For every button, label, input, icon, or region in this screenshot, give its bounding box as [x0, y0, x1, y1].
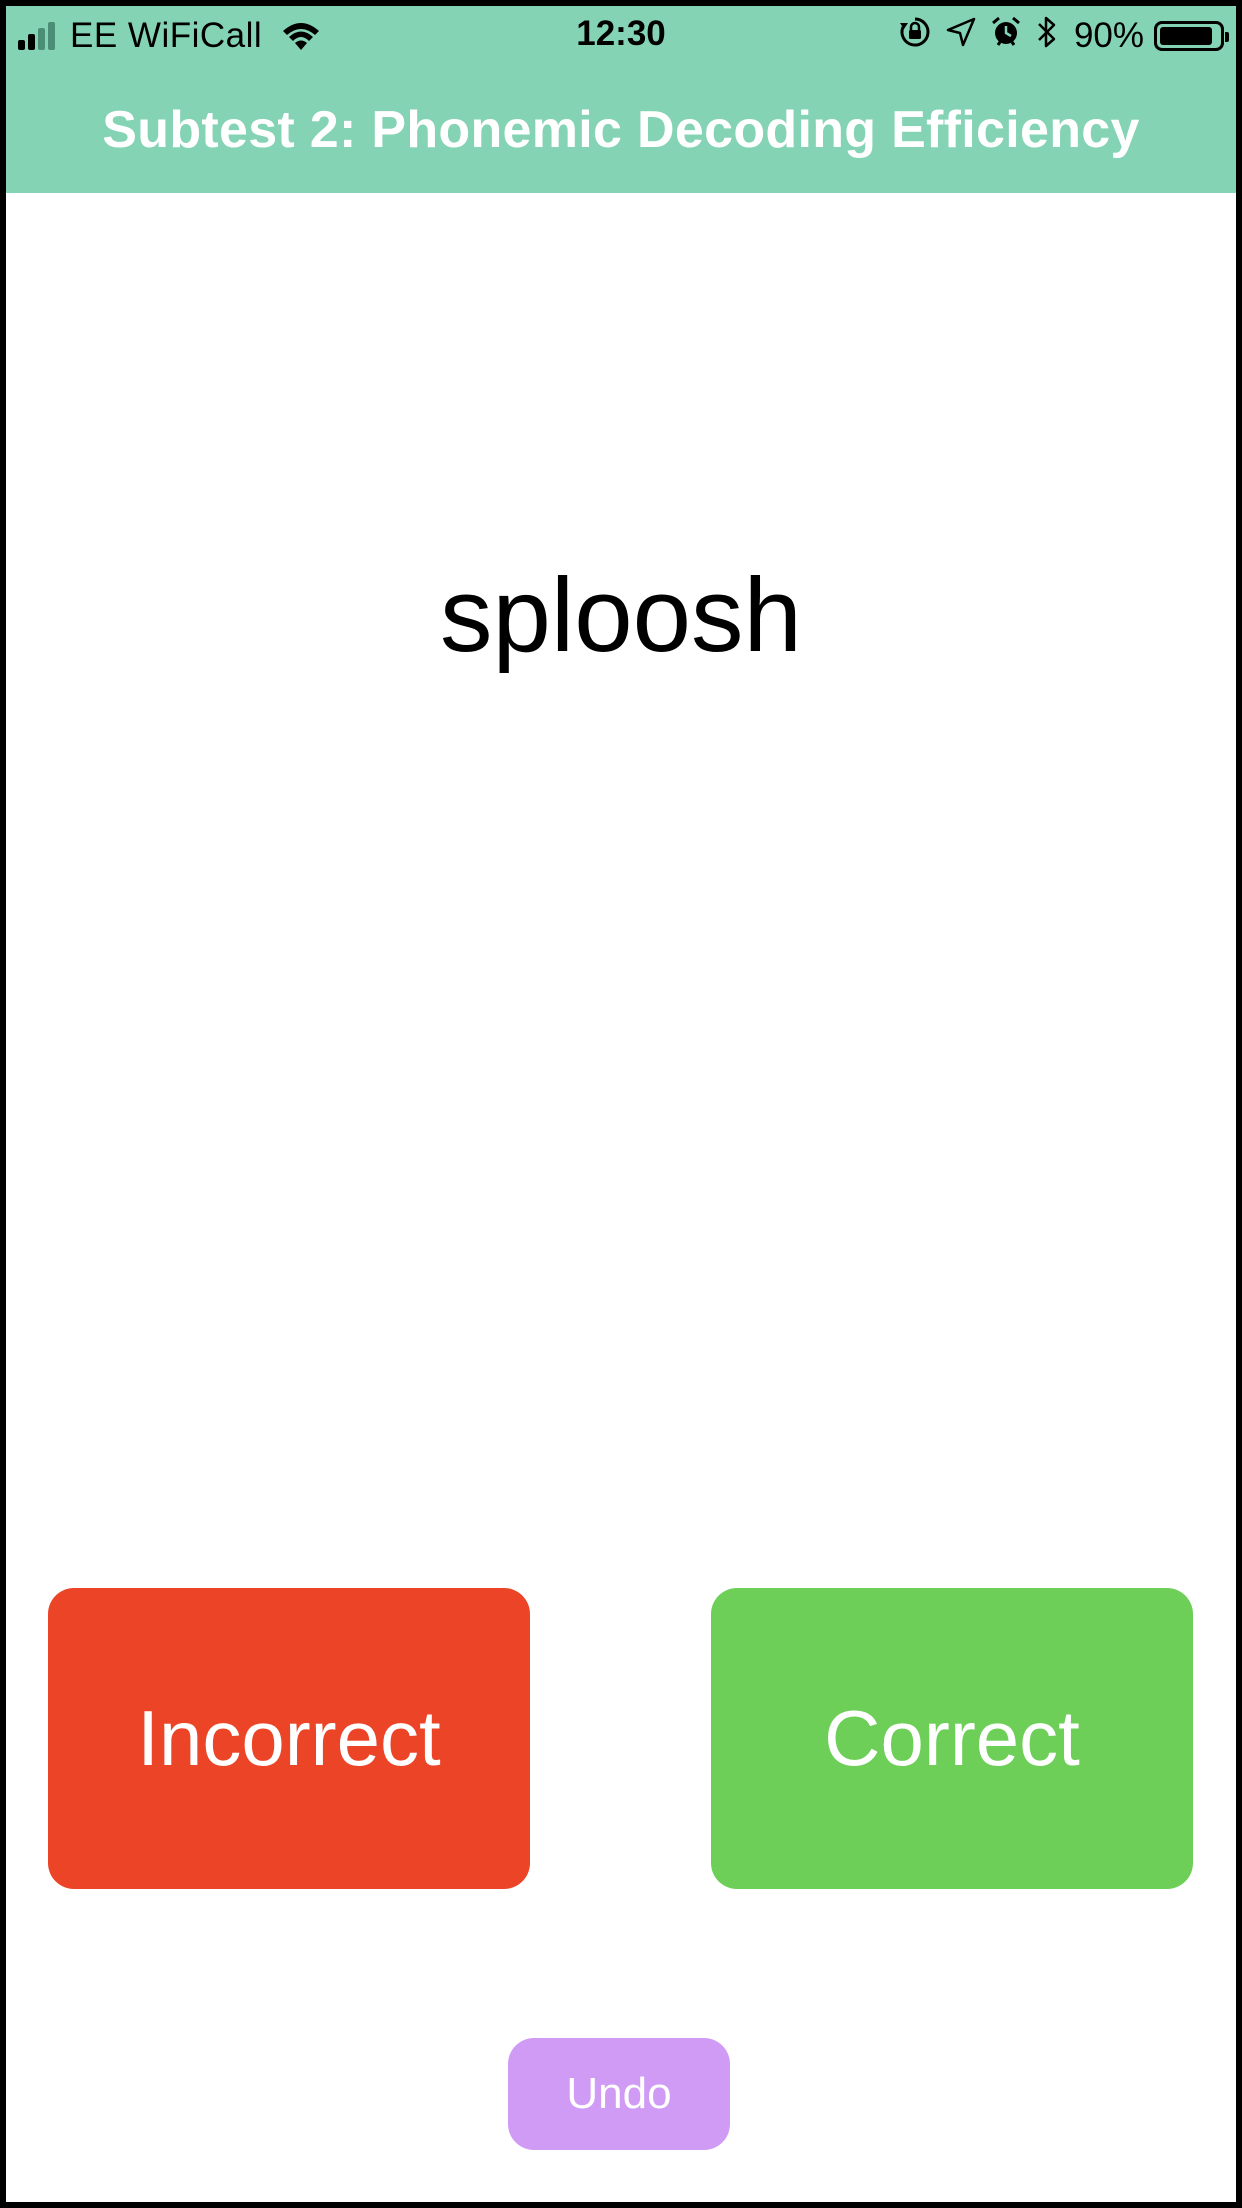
battery-icon: [1154, 21, 1229, 51]
page-title: Subtest 2: Phonemic Decoding Efficiency: [102, 101, 1140, 159]
undo-button[interactable]: Undo: [508, 2038, 730, 2150]
battery-fill: [1160, 27, 1213, 45]
incorrect-button[interactable]: Incorrect: [48, 1588, 530, 1889]
location-arrow-icon: [946, 16, 976, 56]
stimulus-word: sploosh: [440, 557, 802, 674]
app-frame: EE WiFiCall 12:30 90% Subtest 2: Phonemi…: [0, 0, 1242, 2208]
battery-percentage: 90%: [1073, 16, 1144, 55]
header-bar: EE WiFiCall 12:30 90% Subtest 2: Phonemi…: [6, 6, 1236, 193]
bluetooth-icon: [1036, 15, 1058, 58]
status-right: 90%: [884, 15, 1229, 58]
alarm-icon: [990, 16, 1022, 57]
status-bar: EE WiFiCall 12:30 90%: [6, 6, 1236, 64]
correct-button[interactable]: Correct: [711, 1588, 1193, 1889]
orientation-lock-icon: [898, 15, 932, 58]
